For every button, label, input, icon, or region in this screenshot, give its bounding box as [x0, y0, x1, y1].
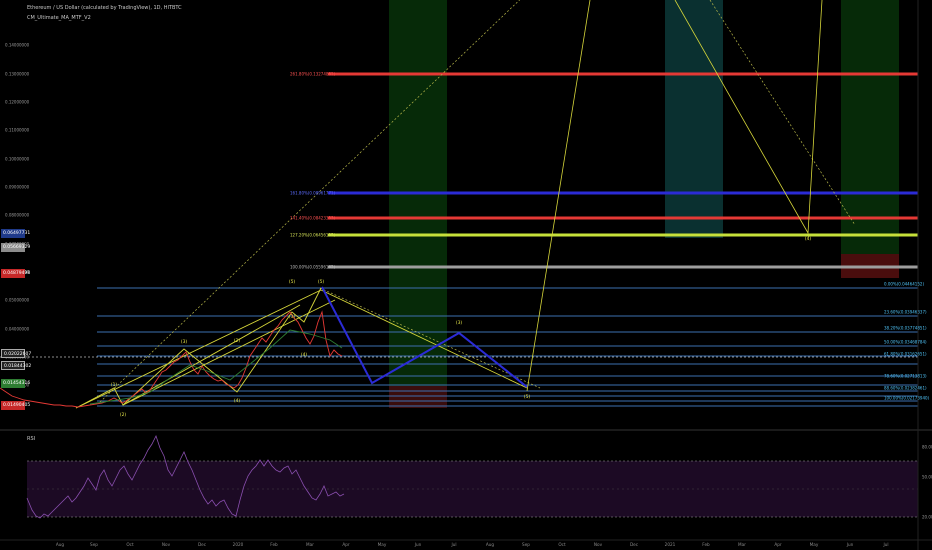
time-axis-label: Sep	[90, 542, 98, 547]
time-axis-label: Oct	[126, 542, 134, 547]
fib-level-label: 161.80%(0.08961771)	[290, 191, 336, 196]
price-axis-label: 0.04000000	[5, 327, 30, 332]
wave-label: (5)	[318, 279, 325, 285]
fib-level-label: 0.00%(0.04464152)	[884, 282, 924, 287]
time-axis-label: Nov	[594, 542, 603, 547]
time-axis-label: Jun	[846, 542, 854, 547]
chart-canvas[interactable]: 0.14000000 0.13000000 0.12000000 0.11000000…	[0, 0, 932, 550]
price-tag: 0.06497731	[1, 228, 31, 238]
wave-label: (2)	[120, 412, 127, 418]
wave-label: (4)	[301, 352, 308, 358]
time-axis-label: Feb	[702, 542, 710, 547]
rsi-axis-label: 20.00	[922, 515, 932, 520]
wave-label: (4)	[234, 398, 241, 404]
wave-label: (4)	[805, 236, 812, 242]
price-axis-label: 0.10000000	[5, 157, 30, 162]
fib-level-label: 261.80%(0.13274881)	[290, 72, 336, 77]
chart-title: Ethereum / US Dollar (calculated by Trad…	[27, 5, 182, 11]
time-axis-label: Mar	[306, 542, 314, 547]
time-zone-red-1	[389, 386, 447, 408]
fib-level-label: 78.60%(0.02713813)	[884, 374, 927, 379]
rsi-label[interactable]: RSI	[27, 436, 35, 442]
time-axis-label: Aug	[56, 542, 65, 547]
wave-label: (2)	[234, 338, 241, 344]
fib-level-label: 23.60%(0.03946337)	[884, 310, 927, 315]
fib-level-label: 61.80%(0.03162651)	[884, 352, 927, 357]
time-axis-label: Feb	[270, 542, 278, 547]
time-axis-label: Dec	[630, 542, 639, 547]
price-axis-label: 0.05000000	[5, 298, 30, 303]
fib-level-label: 50.00%(0.03468784)	[884, 340, 927, 345]
fib-level-label: 38.20%(0.03774851)	[884, 326, 927, 331]
time-axis-label: May	[810, 542, 819, 547]
price-axis-label: 0.09000000	[5, 185, 30, 190]
price-tag: 0.02022607	[1, 348, 31, 358]
price-tag: 0.01490405	[1, 400, 31, 410]
fib-level-label: 141.40%(0.08423353)	[290, 216, 336, 221]
fib-level-label: 100.00%(0.02173940)	[884, 396, 930, 401]
time-axis-label: Aug	[486, 542, 495, 547]
fib-level-label: 88.60%(0.02382461)	[884, 386, 927, 391]
price-axis-label: 0.08000000	[5, 213, 30, 218]
time-zone-green-2	[841, 0, 899, 254]
indicator-label[interactable]: CM_Ultimate_MA_MTF_V2	[27, 15, 91, 21]
time-axis-label: Nov	[162, 542, 171, 547]
time-axis-label: 2021	[665, 542, 676, 547]
wave-label: (3)	[289, 314, 296, 320]
time-axis-label: Apr	[774, 542, 782, 547]
price-axis-label: 0.14000000	[5, 43, 30, 48]
price-axis-label: 0.13000000	[5, 72, 30, 77]
price-tag: 0.04879498	[1, 268, 31, 278]
price-axis-label: 0.11000000	[5, 128, 30, 133]
wave-label: (3)	[456, 320, 463, 326]
wave-label: (5)	[289, 279, 296, 285]
price-tag: 0.01844302	[1, 360, 31, 370]
fib-level-label: 127.20%(0.06456195)	[290, 233, 336, 238]
price-tag: 0.01454316	[1, 378, 31, 388]
time-zone-teal	[665, 0, 723, 238]
wave-label: (3)	[181, 339, 188, 345]
time-axis-label: Oct	[558, 542, 566, 547]
time-axis-label: Jun	[414, 542, 422, 547]
price-axis-label: 0.12000000	[5, 100, 30, 105]
time-axis-label: Sep	[522, 542, 530, 547]
time-axis-label: Dec	[198, 542, 207, 547]
wave-label: (5)	[524, 394, 531, 400]
time-axis-label: 2020	[233, 542, 244, 547]
rsi-axis-label: 80.00	[922, 445, 932, 450]
price-tag: 0.05669329	[1, 242, 31, 252]
time-axis-label: Jul	[450, 542, 456, 547]
time-axis-label: Apr	[342, 542, 350, 547]
time-axis-label: Jul	[882, 542, 888, 547]
fib-level-label: 100.00%(0.05596162)	[290, 265, 336, 270]
time-axis-label: Mar	[738, 542, 746, 547]
time-axis-label: May	[378, 542, 387, 547]
wave-label: (1)	[111, 382, 118, 388]
rsi-axis-label: 50.00	[922, 475, 932, 480]
